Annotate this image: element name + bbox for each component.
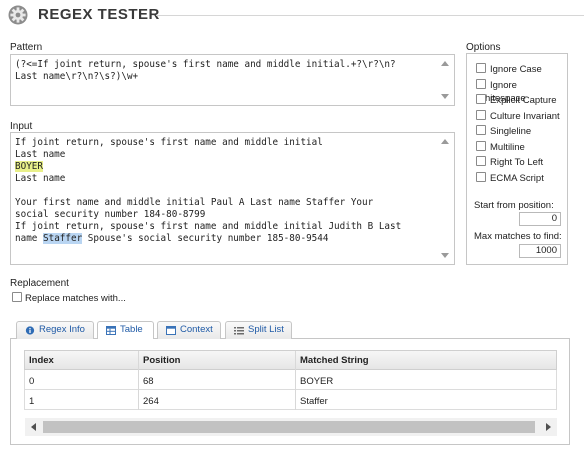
checkbox[interactable] xyxy=(476,125,486,135)
checkbox[interactable] xyxy=(12,292,22,302)
cell-matched-string: BOYER xyxy=(300,376,334,387)
option-multiline[interactable]: Multiline xyxy=(476,140,525,155)
option-singleline[interactable]: Singleline xyxy=(476,125,531,139)
option-ignore-case[interactable]: Ignore Case xyxy=(476,63,542,77)
input-text[interactable]: If joint return, spouse's first name and… xyxy=(15,137,434,245)
scroll-down-icon[interactable] xyxy=(441,94,449,99)
option-label: Singleline xyxy=(490,126,532,137)
option-right-to-left[interactable]: Right To Left xyxy=(476,156,543,170)
option-ignore-whitespace[interactable]: Ignore Whitespace xyxy=(476,78,567,104)
max-matches-input[interactable]: 1000 xyxy=(519,244,561,258)
options-panel: Ignore Case Ignore Whitespace Explicit C… xyxy=(466,53,568,265)
replace-matches-label: Replace matches with... xyxy=(25,293,126,304)
scroll-up-icon[interactable] xyxy=(441,139,449,144)
tab-table[interactable]: Table xyxy=(97,321,154,339)
option-explicit-capture[interactable]: Explicit Capture xyxy=(476,94,557,108)
context-icon xyxy=(166,326,176,335)
cell-index: 0 xyxy=(29,376,35,387)
tab-label: Split List xyxy=(248,324,284,335)
checkbox[interactable] xyxy=(476,63,486,73)
cell-position: 264 xyxy=(143,396,159,407)
tab-regex-info[interactable]: Regex Info xyxy=(16,321,94,339)
start-position-input[interactable]: 0 xyxy=(519,212,561,226)
scroll-left-icon[interactable] xyxy=(31,423,36,431)
header-divider xyxy=(156,15,584,16)
info-icon xyxy=(25,326,35,335)
checkbox[interactable] xyxy=(476,78,486,89)
tab-context[interactable]: Context xyxy=(157,321,221,339)
replace-matches-option[interactable]: Replace matches with... xyxy=(12,292,126,304)
scroll-right-icon[interactable] xyxy=(546,423,551,431)
scroll-up-icon[interactable] xyxy=(441,61,449,66)
option-culture-invariant[interactable]: Culture Invariant xyxy=(476,109,560,124)
replacement-label: Replacement xyxy=(10,278,69,289)
checkbox[interactable] xyxy=(476,171,486,182)
table-horizontal-scrollbar[interactable] xyxy=(25,418,557,436)
table-icon xyxy=(106,326,116,335)
list-icon xyxy=(234,327,244,335)
column-divider xyxy=(138,351,139,410)
pattern-scrollbar[interactable] xyxy=(438,58,452,102)
scroll-down-icon[interactable] xyxy=(441,253,449,258)
checkbox[interactable] xyxy=(476,156,486,166)
input-label: Input xyxy=(10,121,33,132)
option-label: Multiline xyxy=(490,141,525,153)
match-highlight: BOYER xyxy=(15,161,43,172)
options-label: Options xyxy=(466,42,501,53)
cell-position: 68 xyxy=(143,376,154,387)
scrollbar-thumb[interactable] xyxy=(43,421,535,433)
tab-label: Regex Info xyxy=(39,324,85,335)
cell-matched-string: Staffer xyxy=(300,396,328,407)
pattern-input[interactable]: (?<=If joint return, spouse's first name… xyxy=(10,54,455,106)
checkbox[interactable] xyxy=(476,94,486,104)
input-segment: If joint return, spouse's first name and… xyxy=(15,137,323,160)
tab-label: Table xyxy=(120,324,143,335)
option-label: Ignore Case xyxy=(490,64,542,75)
table-header xyxy=(24,350,557,370)
start-position-label: Start from position: xyxy=(474,200,554,211)
table-row[interactable] xyxy=(24,370,557,390)
column-header-matched-string[interactable]: Matched String xyxy=(300,355,369,366)
tab-split-list[interactable]: Split List xyxy=(225,321,292,339)
max-matches-label: Max matches to find: xyxy=(474,231,562,242)
match-highlight-selected: Staffer xyxy=(43,233,83,244)
column-divider xyxy=(295,351,296,410)
option-label: Explicit Capture xyxy=(490,95,557,106)
option-label: Culture Invariant xyxy=(490,110,560,122)
option-label: Right To Left xyxy=(490,157,544,168)
gear-icon xyxy=(8,5,28,25)
tab-label: Context xyxy=(180,324,213,335)
checkbox[interactable] xyxy=(476,140,486,151)
table-row[interactable] xyxy=(24,390,557,410)
checkbox[interactable] xyxy=(476,109,486,120)
page-title: REGEX TESTER xyxy=(38,6,160,23)
pattern-text[interactable]: (?<=If joint return, spouse's first name… xyxy=(15,59,434,83)
input-scrollbar[interactable] xyxy=(438,136,452,261)
input-textarea[interactable]: If joint return, spouse's first name and… xyxy=(10,132,455,265)
pattern-label: Pattern xyxy=(10,42,43,53)
input-segment: Spouse's social security number 185-80-9… xyxy=(82,233,329,244)
cell-index: 1 xyxy=(29,396,35,407)
column-header-position[interactable]: Position xyxy=(143,355,180,366)
option-label: ECMA Script xyxy=(490,172,544,184)
option-ecma-script[interactable]: ECMA Script xyxy=(476,171,544,186)
app-header: REGEX TESTER xyxy=(0,0,584,30)
column-header-index[interactable]: Index xyxy=(29,355,54,366)
